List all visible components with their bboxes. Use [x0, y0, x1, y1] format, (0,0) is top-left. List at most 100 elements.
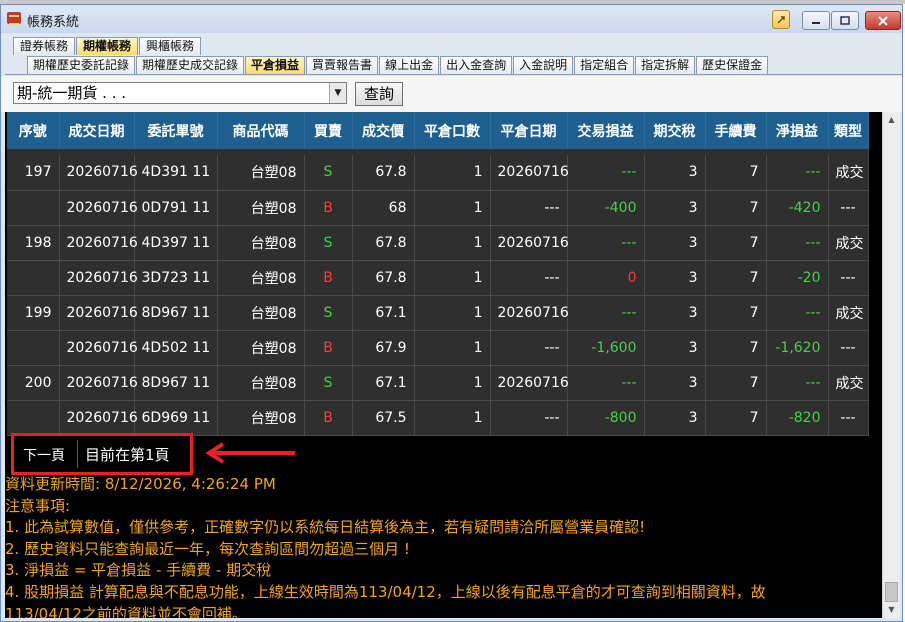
scroll-up-icon[interactable]: ▲	[883, 112, 900, 128]
minimize-button[interactable]	[802, 11, 830, 30]
cell-close-date: 20260716	[490, 155, 569, 191]
next-page-link[interactable]: 下一頁	[23, 445, 65, 465]
header-product-code[interactable]: 商品代碼	[217, 112, 305, 149]
cell-seq	[7, 190, 60, 226]
current-page-label: 目前在第1頁	[85, 446, 170, 464]
cell-tax: 3	[644, 260, 706, 296]
header-trade-date[interactable]: 成交日期	[59, 112, 135, 149]
cell-side: B	[304, 400, 353, 436]
table-row[interactable]: 20260716 0D791 11 台塑08 B 68 1 --- -400 3 7 -420 ---	[7, 190, 869, 226]
table-row[interactable]: 20260716 4D502 11 台塑08 B 67.9 1 --- -1,600 3 7 -1,…	[7, 330, 869, 366]
note-item-4-continued: 113/04/12之前的資料並不會回補。	[5, 604, 247, 618]
scroll-down-icon[interactable]: ▼	[883, 602, 900, 618]
cell-net-pnl: -20	[766, 260, 829, 296]
header-order-no[interactable]: 委託單號	[134, 112, 218, 149]
cell-price: 67.1	[352, 365, 415, 401]
main-tab-bar: 證券帳務 期權帳務 興櫃帳務	[13, 37, 202, 55]
table-row[interactable]: 200 20260716 8D967 11 台塑08 S 67.1 1 20260716 ---…	[7, 365, 869, 401]
header-seq[interactable]: 序號	[7, 112, 60, 149]
cell-close-qty: 1	[414, 295, 491, 331]
cell-product-code: 台塑08	[217, 400, 305, 436]
table-row[interactable]: 20260716 6D969 11 台塑08 B 67.5 1 --- -800 3 7 -820-…	[7, 400, 869, 436]
notes-section: 資料更新時間: 8/12/2026, 4:26:24 PM 注意事項: 1. 此…	[5, 474, 875, 618]
cell-seq: 200	[7, 365, 60, 401]
pin-icon[interactable]	[772, 10, 790, 29]
cell-type: ---	[828, 190, 869, 226]
header-type[interactable]: 類型	[828, 112, 869, 149]
table-row[interactable]: 197 20260716 4D391 11 台塑08 S 67.8 1 20260716 ---…	[7, 155, 869, 191]
scrollbar-thumb[interactable]	[885, 582, 898, 602]
cell-close-qty: 1	[414, 400, 491, 436]
cell-net-pnl: ---	[766, 295, 829, 331]
cell-order-no: 4D502 11	[134, 330, 218, 366]
table-row[interactable]: 20260716 3D723 11 台塑08 B 67.8 1 --- 0 3 7 -20 ---	[7, 260, 869, 296]
header-price[interactable]: 成交價	[352, 112, 415, 149]
tab-order-history[interactable]: 期權歷史委託記錄	[27, 56, 136, 74]
header-fee[interactable]: 手續費	[705, 112, 767, 149]
tab-trade-report[interactable]: 買賣報告書	[306, 56, 379, 74]
header-close-qty[interactable]: 平倉口數	[414, 112, 491, 149]
cell-price: 68	[352, 190, 415, 226]
tab-online-withdrawal[interactable]: 線上出金	[379, 56, 440, 74]
cell-net-pnl: ---	[766, 225, 829, 261]
header-tax[interactable]: 期交稅	[644, 112, 706, 149]
header-side[interactable]: 買賣	[304, 112, 353, 149]
cell-tax: 3	[644, 225, 706, 261]
header-net-pnl[interactable]: 淨損益	[766, 112, 829, 149]
cell-trade-pnl: -800	[567, 400, 645, 436]
table-row[interactable]: 199 20260716 8D967 11 台塑08 S 67.1 1 20260716 ---…	[7, 295, 869, 331]
cell-close-qty: 1	[414, 155, 491, 191]
notes-heading: 注意事項:	[5, 496, 71, 515]
cell-close-date: 20260716	[490, 225, 569, 261]
cell-side: S	[304, 155, 353, 191]
tab-margin-history[interactable]: 歷史保證金	[696, 56, 769, 74]
tab-trade-history[interactable]: 期權歷史成交記錄	[136, 56, 245, 74]
tab-deposit-info[interactable]: 入金說明	[513, 56, 574, 74]
header-trade-pnl[interactable]: 交易損益	[567, 112, 645, 149]
table-row[interactable]: 198 20260716 4D397 11 台塑08 S 67.8 1 20260716 ---…	[7, 225, 869, 261]
tab-closing-pnl[interactable]: 平倉損益	[245, 56, 306, 74]
cell-fee: 7	[705, 295, 767, 331]
tab-deposit-withdrawal-query[interactable]: 出入金查詢	[440, 56, 513, 74]
cell-product-code: 台塑08	[217, 155, 305, 191]
cell-order-no: 4D391 11	[134, 155, 218, 191]
account-select[interactable]: 期-統一期貨 . . . ▼	[13, 82, 347, 104]
header-close-date[interactable]: 平倉日期	[490, 112, 568, 149]
cell-seq: 199	[7, 295, 60, 331]
close-icon	[878, 15, 888, 26]
cell-fee: 7	[705, 190, 767, 226]
cell-fee: 7	[705, 155, 767, 191]
cell-side: S	[304, 365, 353, 401]
cell-product-code: 台塑08	[217, 295, 305, 331]
cell-order-no: 8D967 11	[134, 365, 218, 401]
cell-type: 成交	[828, 295, 869, 331]
cell-seq: 197	[7, 155, 60, 191]
tab-securities[interactable]: 證券帳務	[13, 37, 76, 55]
vertical-scrollbar[interactable]: ▲ ▼	[882, 112, 900, 618]
tab-emerging-stocks[interactable]: 興櫃帳務	[139, 37, 202, 55]
cell-side: S	[304, 295, 353, 331]
cell-trade-pnl: ---	[567, 155, 645, 191]
tab-futures-options[interactable]: 期權帳務	[76, 37, 139, 55]
query-button[interactable]: 查詢	[355, 82, 403, 106]
tab-designated-split[interactable]: 指定拆解	[635, 56, 696, 74]
note-item-4: 4. 股期損益 計算配息與不配息功能，上線生效時間為113/04/12，上線以後…	[5, 582, 766, 601]
cell-product-code: 台塑08	[217, 260, 305, 296]
app-icon	[7, 12, 21, 25]
cell-net-pnl: -1,620	[766, 330, 829, 366]
app-window: 帳務系統 證券帳務 期權帳務 興櫃帳務 期權歷史委託記錄 期權歷史成交記錄 平倉…	[0, 4, 903, 622]
chevron-down-icon[interactable]: ▼	[329, 83, 346, 103]
cell-net-pnl: ---	[766, 365, 829, 401]
cell-close-qty: 1	[414, 365, 491, 401]
cell-type: 成交	[828, 225, 869, 261]
cell-trade-date: 20260716	[59, 260, 138, 296]
cell-trade-date: 20260716	[59, 190, 138, 226]
cell-net-pnl: ---	[766, 155, 829, 191]
close-button[interactable]	[865, 11, 901, 30]
cell-type: ---	[828, 330, 869, 366]
cell-price: 67.1	[352, 295, 415, 331]
tab-designated-combo[interactable]: 指定組合	[574, 56, 635, 74]
cell-type: 成交	[828, 365, 869, 401]
maximize-button[interactable]	[831, 11, 859, 30]
title-bar: 帳務系統	[1, 5, 902, 33]
